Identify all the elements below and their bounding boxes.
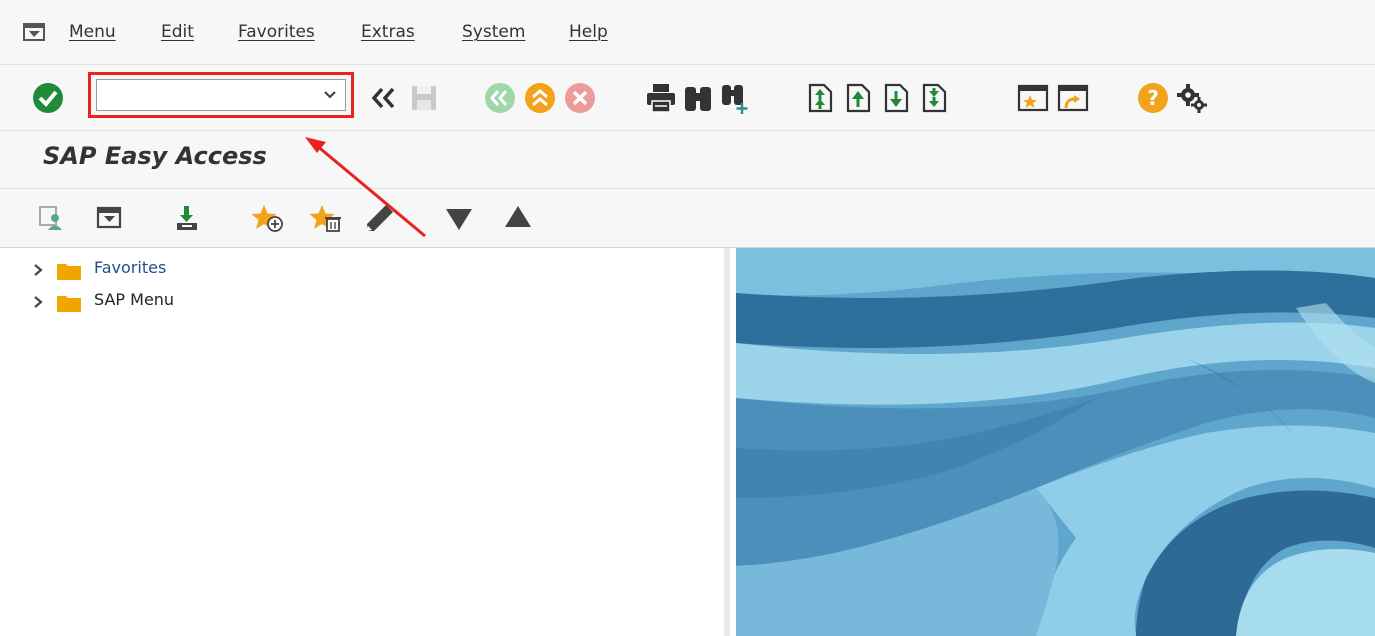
print-icon[interactable] [644, 81, 678, 115]
tree-node-label[interactable]: SAP Menu [94, 290, 174, 309]
menu-item-favorites[interactable]: Favorites [238, 22, 315, 42]
water-ripple-image [736, 248, 1375, 636]
easy-access-background-image [736, 248, 1375, 636]
system-toolbar: ? [0, 65, 1375, 131]
customize-layout-icon[interactable] [1175, 81, 1209, 115]
folder-icon [57, 264, 81, 280]
menu-icon[interactable] [23, 23, 45, 41]
cancel-icon[interactable] [563, 81, 597, 115]
previous-page-icon[interactable] [842, 81, 874, 115]
change-favorite-icon[interactable] [364, 203, 398, 233]
back-double-icon[interactable] [368, 81, 398, 115]
move-up-icon[interactable] [502, 203, 534, 233]
page-title: SAP Easy Access [43, 142, 267, 170]
command-field[interactable] [96, 79, 346, 111]
user-menu-icon[interactable] [36, 203, 66, 233]
last-page-icon[interactable] [918, 81, 950, 115]
delete-favorite-icon[interactable] [308, 203, 344, 233]
other-menu-icon[interactable] [172, 203, 202, 233]
svg-text:?: ? [1147, 86, 1159, 110]
menu-item-edit[interactable]: Edit [161, 22, 194, 42]
move-down-icon[interactable] [443, 203, 475, 233]
help-icon[interactable]: ? [1136, 81, 1170, 115]
sap-menu-icon[interactable] [94, 203, 124, 233]
chevron-down-icon[interactable] [323, 89, 337, 101]
chevron-right-icon[interactable] [32, 295, 44, 309]
menu-item-menu[interactable]: Menu [69, 22, 116, 42]
menu-bar: Menu Edit Favorites Extras System Help [0, 0, 1375, 65]
tree-node-label[interactable]: Favorites [94, 258, 166, 277]
next-page-icon[interactable] [880, 81, 912, 115]
menu-tree: Favorites SAP Menu [0, 248, 730, 636]
first-page-icon[interactable] [804, 81, 836, 115]
exit-icon[interactable] [523, 81, 557, 115]
folder-icon [57, 296, 81, 312]
back-icon[interactable] [483, 81, 517, 115]
save-icon[interactable] [409, 81, 439, 115]
command-field-input[interactable] [97, 80, 329, 110]
create-session-icon[interactable] [1016, 81, 1050, 115]
menu-item-help[interactable]: Help [569, 22, 608, 42]
menu-item-system[interactable]: System [462, 22, 525, 42]
menu-item-extras[interactable]: Extras [361, 22, 415, 42]
generate-shortcut-icon[interactable] [1056, 81, 1090, 115]
chevron-right-icon[interactable] [32, 263, 44, 277]
find-icon[interactable] [682, 81, 714, 115]
enter-icon[interactable] [31, 81, 65, 115]
find-next-icon[interactable] [719, 81, 751, 115]
application-toolbar [0, 189, 1375, 248]
add-favorite-icon[interactable] [250, 203, 286, 233]
title-bar: SAP Easy Access [0, 131, 1375, 189]
